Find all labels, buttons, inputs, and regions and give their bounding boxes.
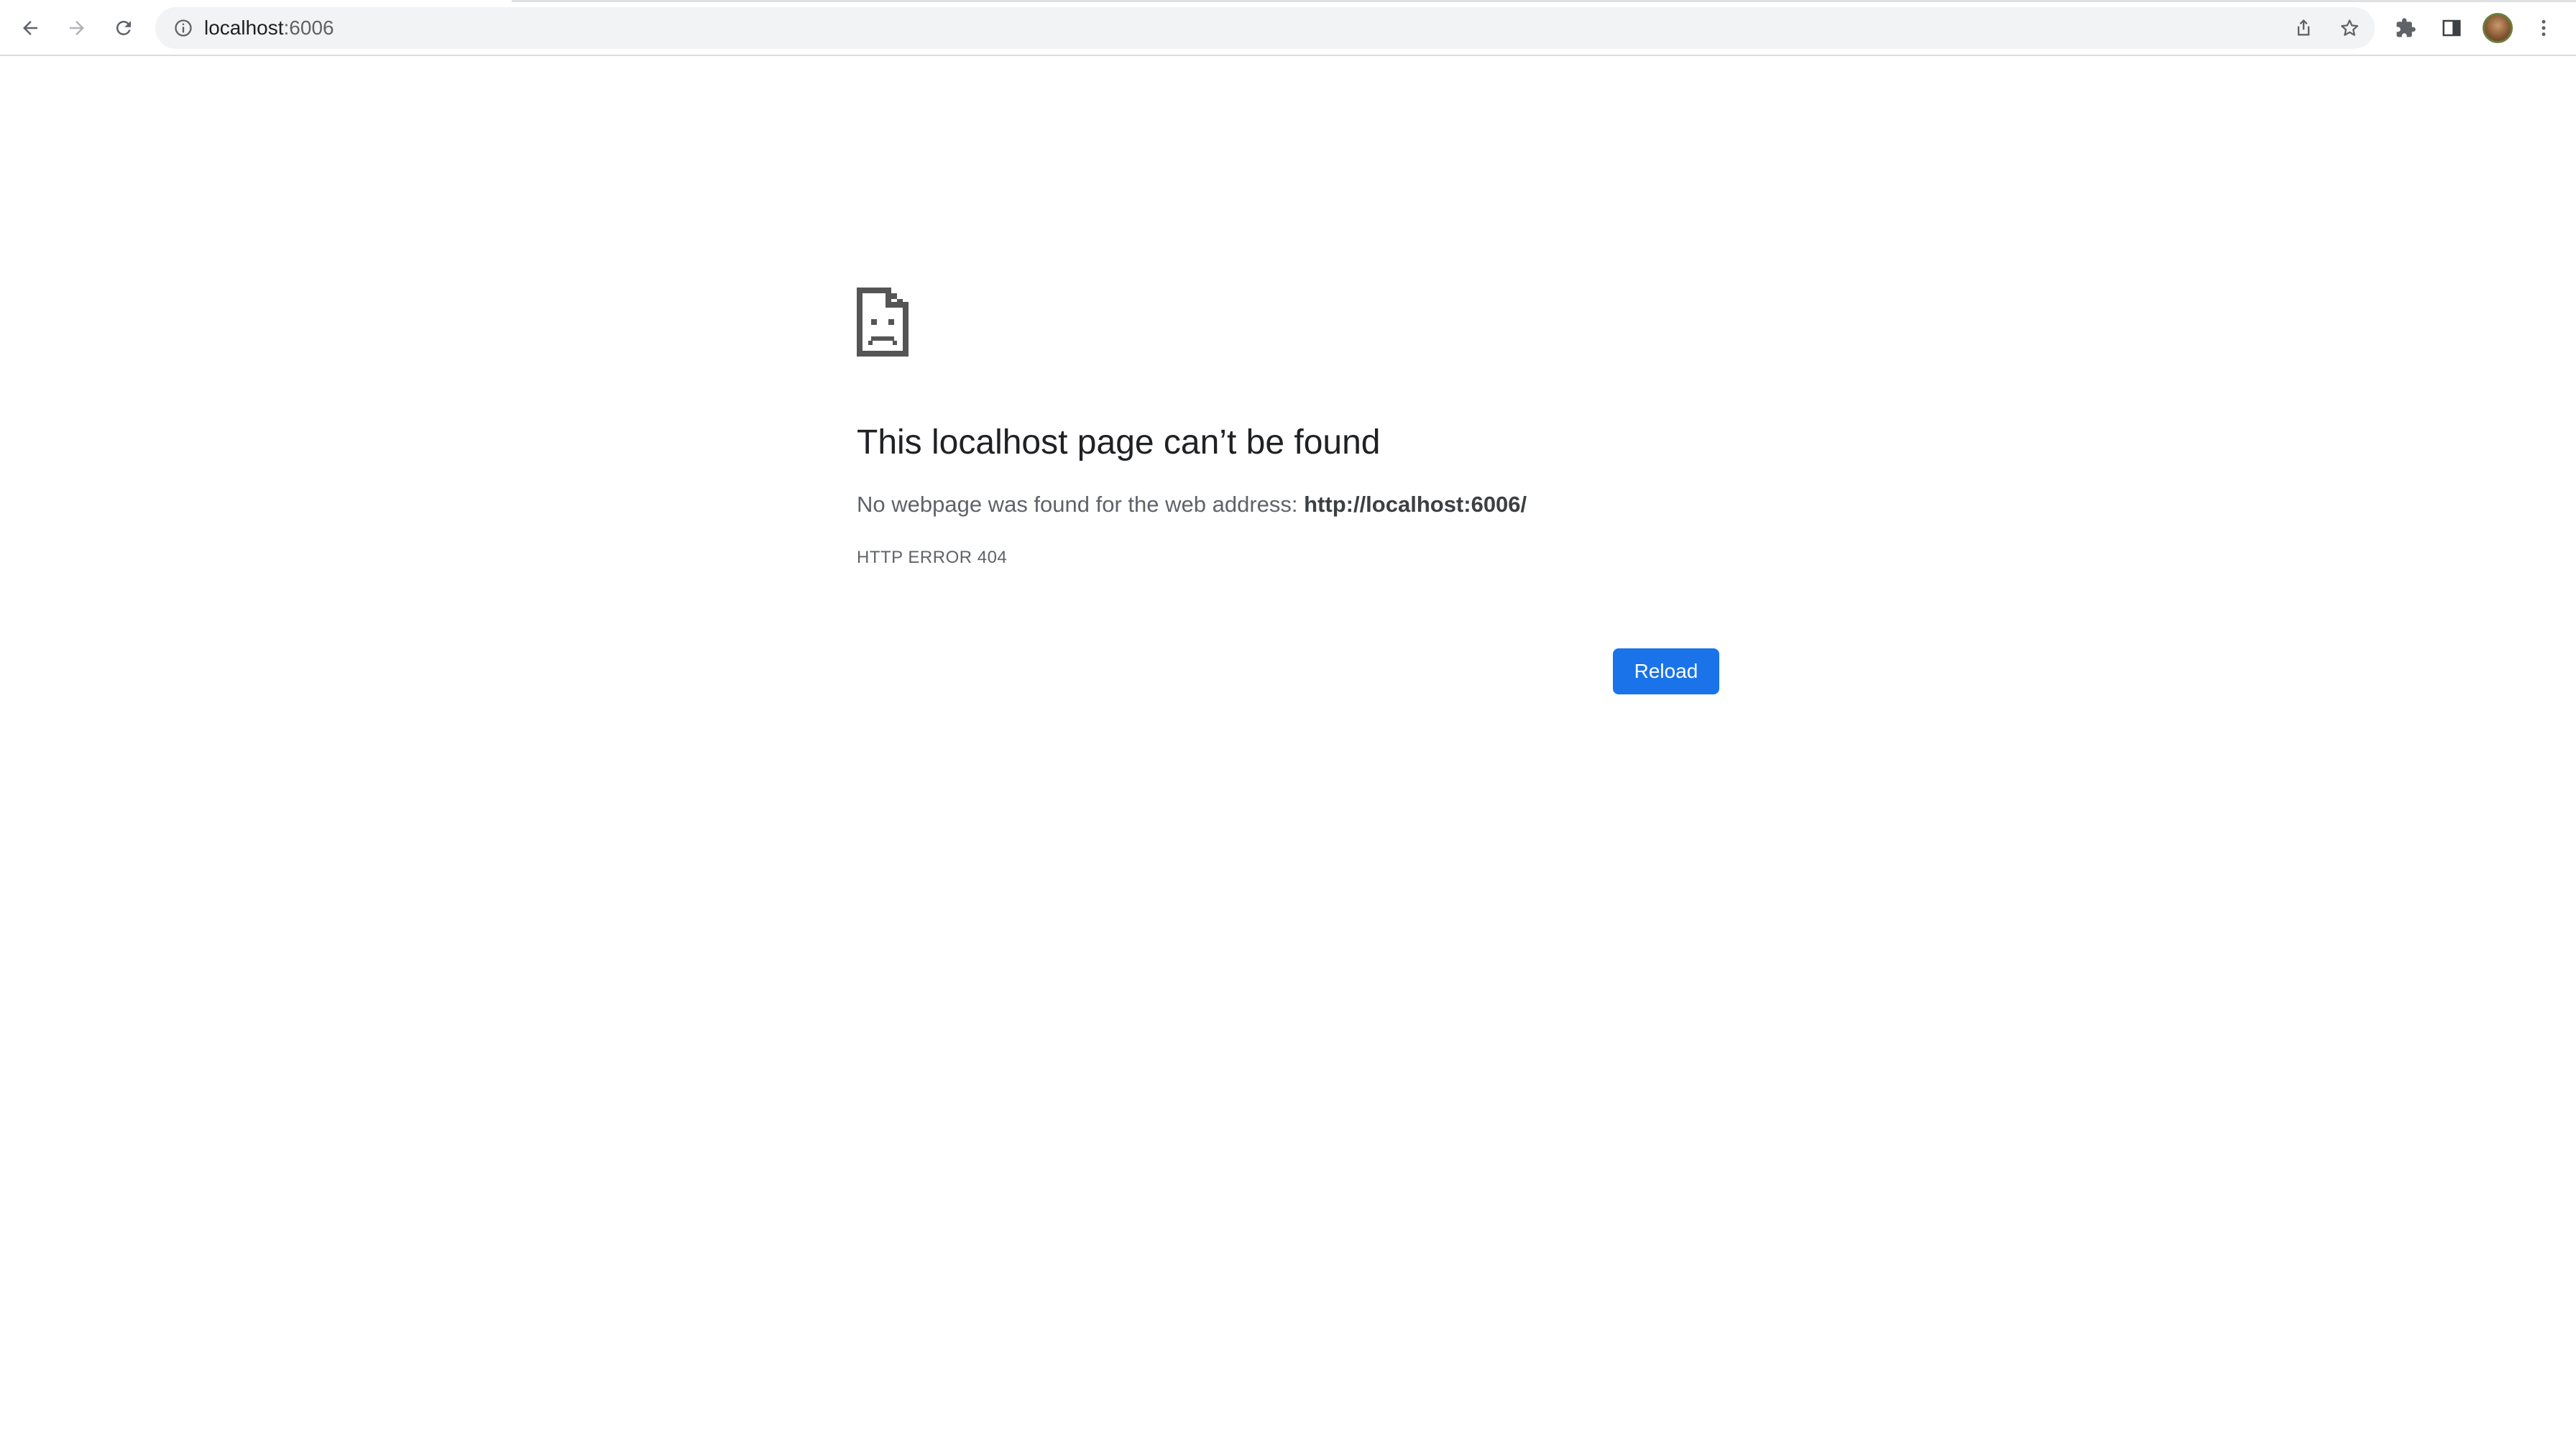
- kebab-menu-icon: [2542, 19, 2546, 37]
- url-text[interactable]: localhost:6006: [204, 7, 334, 49]
- side-panel-icon: [2442, 19, 2461, 37]
- info-icon: [175, 19, 192, 37]
- address-bar[interactable]: localhost:6006: [155, 7, 2375, 49]
- share-icon: [2297, 19, 2310, 36]
- back-button[interactable]: [12, 10, 48, 46]
- share-button[interactable]: [2288, 13, 2319, 43]
- puzzle-icon: [2396, 18, 2416, 37]
- reload-icon: [116, 20, 131, 35]
- profile-button[interactable]: [2480, 10, 2516, 46]
- sad-document-icon: [857, 288, 908, 357]
- browser-toolbar: localhost:6006: [0, 0, 2576, 56]
- side-panel-button[interactable]: [2434, 10, 2470, 46]
- url-host: localhost: [204, 17, 284, 39]
- error-title: This localhost page can’t be found: [857, 423, 1381, 461]
- star-icon: [2341, 19, 2358, 36]
- reload-button[interactable]: [106, 10, 142, 46]
- extensions-button[interactable]: [2388, 10, 2424, 46]
- back-arrow-icon: [23, 21, 37, 35]
- url-port: :6006: [283, 17, 334, 39]
- forward-arrow-icon: [70, 21, 84, 35]
- site-info-button[interactable]: [171, 16, 196, 40]
- browser-menu-button[interactable]: [2526, 10, 2562, 46]
- error-url: http://localhost:6006/: [1304, 492, 1527, 517]
- error-description: No webpage was found for the web address…: [857, 492, 1527, 518]
- bookmark-button[interactable]: [2334, 13, 2365, 43]
- tab-loading-strip: [512, 0, 2576, 2]
- avatar: [2483, 13, 2513, 43]
- forward-button[interactable]: [59, 10, 95, 46]
- reload-page-button[interactable]: Reload: [1613, 648, 1719, 694]
- error-description-text: No webpage was found for the web address…: [857, 492, 1305, 517]
- error-code: HTTP ERROR 404: [857, 548, 1008, 567]
